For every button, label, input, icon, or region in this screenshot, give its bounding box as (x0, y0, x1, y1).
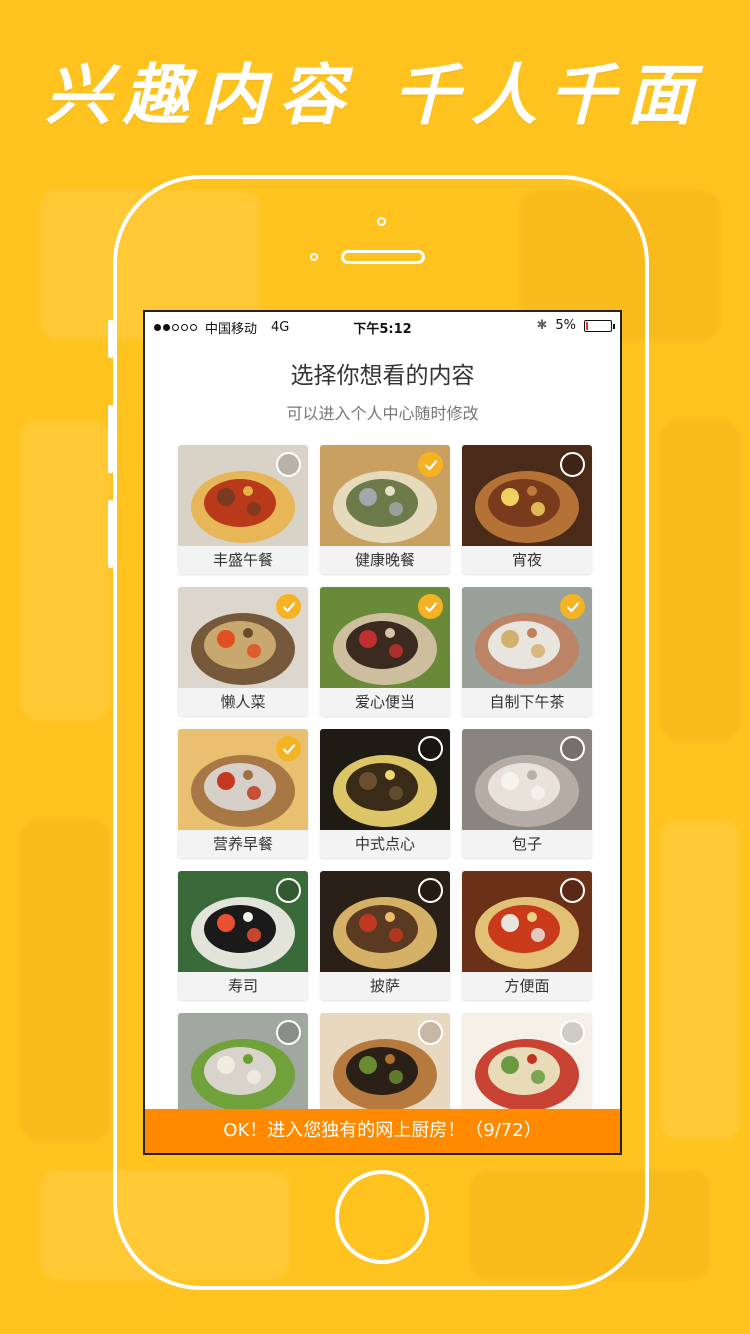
category-label: 方便面 (504, 977, 550, 995)
unchecked-circle-icon[interactable] (560, 1020, 585, 1045)
category-label: 健康晚餐 (354, 551, 415, 569)
unchecked-circle-icon[interactable] (418, 1020, 443, 1045)
category-label: 懒人菜 (220, 693, 266, 711)
phone-volume-up (108, 405, 113, 473)
category-card[interactable]: 宵夜 (462, 445, 592, 574)
background-blur-block (20, 820, 110, 1140)
phone-screen: 中国移动 4G 下午5:12 ✱ 5% 选择你想看的内容 可以进入个人中心随时修… (143, 310, 622, 1155)
category-label: 营养早餐 (212, 835, 273, 853)
category-label: 宵夜 (511, 551, 542, 569)
checked-icon[interactable] (276, 594, 301, 619)
background-blur-block (660, 420, 740, 740)
category-card[interactable]: 爱心便当 (320, 587, 450, 716)
checked-icon[interactable] (418, 452, 443, 477)
checked-icon[interactable] (276, 736, 301, 761)
promo-banner: 兴趣内容 千人千面 (0, 50, 750, 140)
unchecked-circle-icon[interactable] (560, 736, 585, 761)
category-card[interactable]: 丰盛午餐 (178, 445, 308, 574)
unchecked-circle-icon[interactable] (276, 1020, 301, 1045)
ok-confirm-button[interactable]: OK！进入您独有的网上厨房！（9/72） (145, 1109, 620, 1153)
unchecked-circle-icon[interactable] (276, 878, 301, 903)
category-card[interactable]: 自制下午茶 (462, 587, 592, 716)
category-card[interactable]: 包子 (462, 729, 592, 858)
page-title: 选择你想看的内容 (290, 363, 475, 389)
background-blur-block (20, 420, 110, 720)
phone-volume-down (108, 500, 113, 568)
category-label: 包子 (511, 835, 542, 853)
bluetooth-icon: ✱ (536, 318, 548, 333)
phone-mute-switch (108, 320, 113, 358)
battery-icon (584, 319, 615, 332)
category-label: 中式点心 (354, 835, 415, 853)
unchecked-circle-icon[interactable] (418, 736, 443, 761)
banner-right-text: 千人千面 (393, 56, 705, 134)
checked-icon[interactable] (560, 594, 585, 619)
category-label: 披萨 (369, 977, 400, 995)
phone-sensor (310, 253, 318, 261)
unchecked-circle-icon[interactable] (418, 878, 443, 903)
unchecked-circle-icon[interactable] (276, 452, 301, 477)
category-card[interactable]: 方便面 (462, 871, 592, 1000)
category-card[interactable]: 披萨 (320, 871, 450, 1000)
background-blur-block (660, 820, 740, 1140)
phone-camera (377, 217, 386, 226)
category-label: 爱心便当 (354, 693, 415, 711)
phone-speaker (341, 250, 425, 264)
status-right: ✱ 5% (536, 318, 615, 333)
phone-home-button (335, 1170, 429, 1264)
category-label: 寿司 (227, 977, 258, 995)
category-card[interactable]: 营养早餐 (178, 729, 308, 858)
battery-percent: 5% (555, 318, 576, 333)
banner-left-text: 兴趣内容 (45, 56, 357, 134)
category-label: 自制下午茶 (489, 693, 565, 711)
page-subtitle: 可以进入个人中心随时修改 (286, 404, 479, 423)
category-card[interactable]: 健康晚餐 (320, 445, 450, 574)
unchecked-circle-icon[interactable] (560, 878, 585, 903)
category-card[interactable]: 寿司 (178, 871, 308, 1000)
category-card[interactable]: 中式点心 (320, 729, 450, 858)
checked-icon[interactable] (418, 594, 443, 619)
category-label: 丰盛午餐 (212, 551, 273, 569)
unchecked-circle-icon[interactable] (560, 452, 585, 477)
category-card[interactable]: 懒人菜 (178, 587, 308, 716)
status-bar: 中国移动 4G 下午5:12 ✱ 5% (145, 312, 620, 340)
